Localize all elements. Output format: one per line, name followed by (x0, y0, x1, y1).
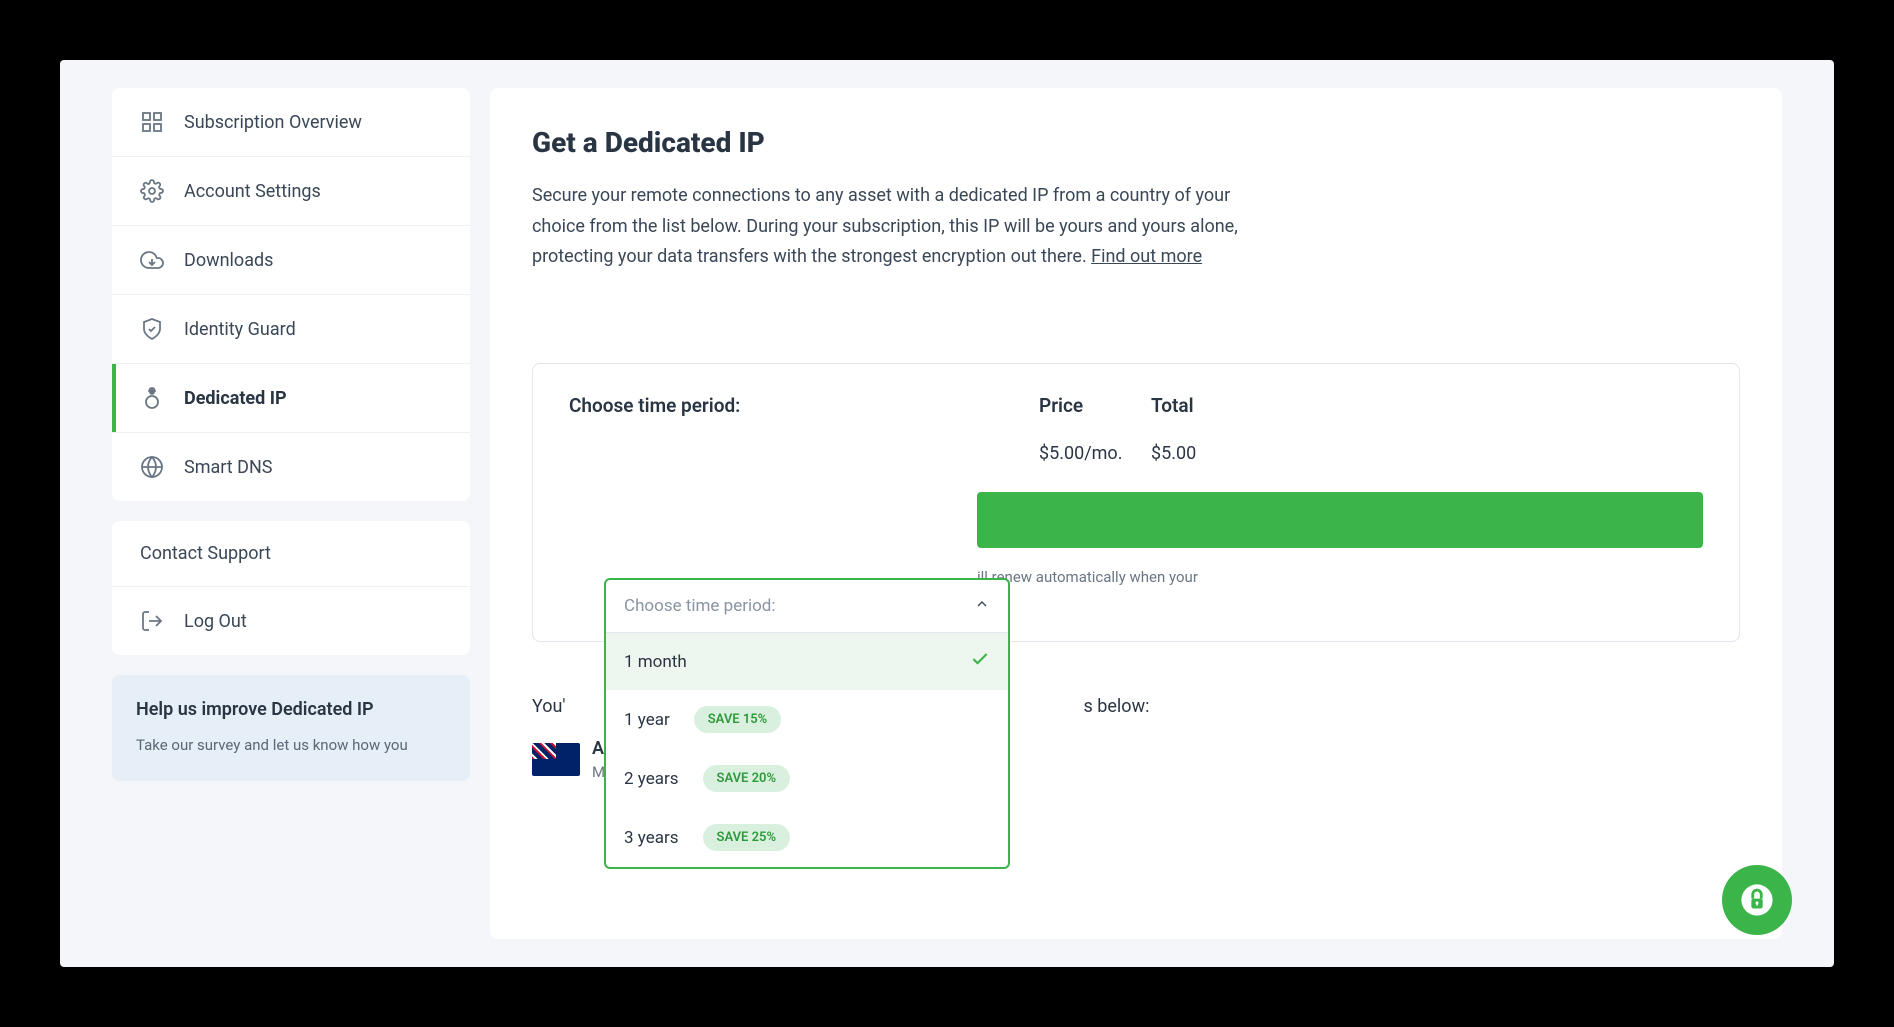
flag-australia-icon (532, 743, 580, 776)
sidebar-item-account-settings[interactable]: Account Settings (112, 157, 470, 226)
save-badge: SAVE 20% (703, 765, 791, 792)
dropdown-placeholder: Choose time period: (624, 596, 776, 616)
help-card-body: Take our survey and let us know how you (136, 734, 446, 757)
help-card: Help us improve Dedicated IP Take our su… (112, 675, 470, 781)
sidebar-item-label: Contact Support (140, 543, 271, 564)
sidebar-item-subscription-overview[interactable]: Subscription Overview (112, 88, 470, 157)
sidebar-item-label: Downloads (184, 250, 273, 271)
check-icon (970, 649, 990, 674)
total-label: Total (1151, 394, 1194, 417)
sidebar-item-log-out[interactable]: Log Out (112, 587, 470, 655)
gear-icon (140, 179, 164, 203)
logout-icon (140, 609, 164, 633)
dropdown-header[interactable]: Choose time period: (606, 580, 1008, 633)
nav-secondary: Contact Support Log Out (112, 521, 470, 655)
dropdown-option-1-year[interactable]: 1 year SAVE 15% (606, 690, 1008, 749)
grid-icon (140, 110, 164, 134)
choose-period-label: Choose time period: (569, 394, 1039, 417)
lock-icon (1740, 883, 1774, 917)
price-label: Price (1039, 394, 1151, 417)
sidebar-item-label: Identity Guard (184, 319, 296, 340)
time-period-dropdown[interactable]: Choose time period: 1 month 1 year (604, 578, 1010, 869)
support-fab[interactable] (1722, 865, 1792, 935)
chevron-up-icon (974, 596, 990, 616)
page-description: Secure your remote connections to any as… (532, 181, 1252, 273)
help-card-title: Help us improve Dedicated IP (136, 699, 446, 720)
dropdown-option-3-years[interactable]: 3 years SAVE 25% (606, 808, 1008, 867)
renew-note: ill renew automatically when your es. (977, 566, 1703, 611)
sidebar-item-label: Dedicated IP (184, 388, 287, 409)
dropdown-option-2-years[interactable]: 2 years SAVE 20% (606, 749, 1008, 808)
cloud-download-icon (140, 248, 164, 272)
sidebar-item-dedicated-ip[interactable]: Dedicated IP (112, 364, 470, 433)
sidebar-item-label: Subscription Overview (184, 112, 362, 133)
sidebar-item-contact-support[interactable]: Contact Support (112, 521, 470, 587)
sidebar-item-downloads[interactable]: Downloads (112, 226, 470, 295)
sidebar-item-label: Account Settings (184, 181, 321, 202)
save-badge: SAVE 25% (703, 824, 791, 851)
dropdown-option-1-month[interactable]: 1 month (606, 633, 1008, 690)
save-badge: SAVE 15% (694, 706, 782, 733)
find-out-more-link[interactable]: Find out more (1091, 246, 1202, 267)
sidebar-item-label: Log Out (184, 611, 247, 632)
main-panel: Get a Dedicated IP Secure your remote co… (490, 88, 1782, 939)
shield-check-icon (140, 317, 164, 341)
sidebar-item-label: Smart DNS (184, 457, 273, 478)
globe-bolt-icon (140, 455, 164, 479)
sidebar-item-identity-guard[interactable]: Identity Guard (112, 295, 470, 364)
location-globe-icon (140, 386, 164, 410)
purchase-button[interactable] (977, 492, 1703, 548)
nav-primary: Subscription Overview Account Settings D… (112, 88, 470, 501)
price-value: $5.00/mo. (1039, 443, 1151, 464)
page-title: Get a Dedicated IP (532, 126, 1740, 159)
total-value: $5.00 (1151, 443, 1196, 464)
sidebar-item-smart-dns[interactable]: Smart DNS (112, 433, 470, 501)
sidebar: Subscription Overview Account Settings D… (112, 88, 470, 939)
